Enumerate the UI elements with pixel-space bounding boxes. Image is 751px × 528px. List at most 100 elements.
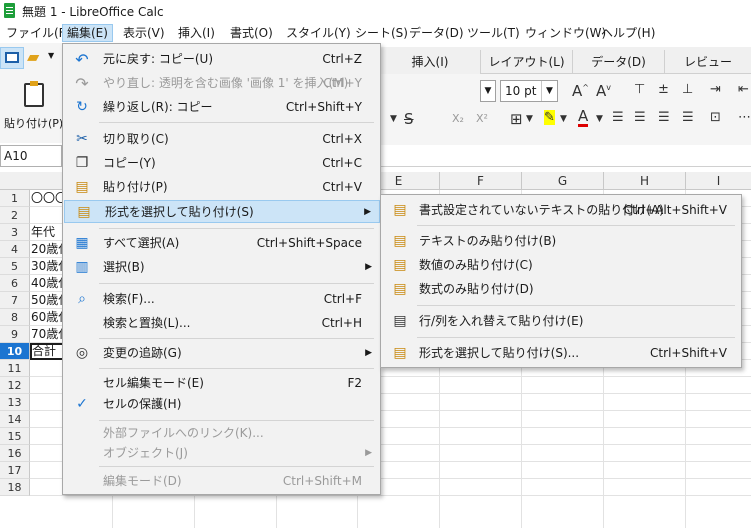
column-header[interactable]: H: [603, 172, 685, 190]
merge-cells-icon[interactable]: ⊡: [710, 110, 721, 125]
cell[interactable]: 50歳代: [31, 292, 65, 309]
chevron-down-icon[interactable]: ▼: [48, 51, 54, 60]
menu-format[interactable]: 書式(O): [226, 24, 277, 42]
open-folder-icon[interactable]: ▰: [27, 48, 47, 66]
chevron-down-icon[interactable]: ▼: [526, 114, 533, 124]
shrink-font-icon[interactable]: Av: [596, 82, 611, 100]
menu-item-repeat[interactable]: ↻ 繰り返し(R): コピー Ctrl+Shift+Y: [63, 96, 380, 119]
menu-styles[interactable]: スタイル(Y): [282, 24, 355, 42]
chevron-down-icon[interactable]: ▼: [560, 114, 567, 124]
indent-icon[interactable]: ⇥: [710, 82, 721, 97]
superscript-icon[interactable]: X²: [476, 112, 488, 125]
cell[interactable]: 年代: [31, 224, 65, 241]
column-header[interactable]: G: [521, 172, 603, 190]
menu-item-track-changes[interactable]: ◎ 変更の追跡(G) ▶: [63, 342, 380, 365]
strikethrough-icon[interactable]: S: [404, 110, 414, 128]
menu-item-protect-cells[interactable]: ✓ セルの保護(H): [63, 393, 380, 416]
menu-item-paste-special[interactable]: ▤ 形式を選択して貼り付け(S) ▶: [64, 200, 380, 223]
align-right-icon[interactable]: ☰: [658, 110, 670, 125]
row-header[interactable]: 13: [0, 394, 30, 411]
row-header[interactable]: 9: [0, 326, 30, 343]
menu-separator: [99, 228, 374, 229]
cell[interactable]: 60歳代: [31, 309, 65, 326]
align-bottom-icon[interactable]: ⊥: [682, 82, 693, 97]
menu-sheet[interactable]: シート(S): [351, 24, 412, 42]
font-color-icon[interactable]: A: [578, 108, 589, 127]
menu-help[interactable]: ヘルプ(H): [597, 24, 659, 42]
chevron-down-icon[interactable]: ▼: [541, 81, 557, 101]
wrap-text-icon[interactable]: ⇤: [738, 82, 749, 97]
chevron-down-icon[interactable]: ▼: [390, 114, 397, 124]
cell[interactable]: 20歳代: [31, 241, 65, 258]
row-header[interactable]: 3: [0, 224, 30, 241]
menu-item-find-replace[interactable]: 検索と置換(L)... Ctrl+H: [63, 312, 380, 335]
font-name-dropdown[interactable]: ▼: [480, 80, 496, 102]
row-header[interactable]: 1: [0, 190, 30, 207]
menu-item-paste-numbers-only[interactable]: ▤ 数値のみ貼り付け(C): [381, 254, 741, 277]
undo-icon: ↶: [75, 50, 89, 69]
tab-layout[interactable]: レイアウト(L): [480, 50, 572, 74]
menu-item-find[interactable]: ⌕ 検索(F)... Ctrl+F: [63, 288, 380, 311]
menu-item-paste[interactable]: ▤ 貼り付け(P) Ctrl+V: [63, 176, 380, 199]
font-size-field[interactable]: 10 pt ▼: [500, 80, 558, 102]
align-center-icon[interactable]: ☰: [634, 110, 646, 125]
menu-item-undo[interactable]: ↶ 元に戻す: コピー(U) Ctrl+Z: [63, 48, 380, 71]
row-header[interactable]: 11: [0, 360, 30, 377]
row-header[interactable]: 15: [0, 428, 30, 445]
column-header[interactable]: I: [685, 172, 751, 190]
subscript-icon[interactable]: X₂: [452, 112, 464, 125]
menu-item-copy[interactable]: ❐ コピー(Y) Ctrl+C: [63, 152, 380, 175]
menu-insert[interactable]: 挿入(I): [174, 24, 219, 42]
tab-data[interactable]: データ(D): [572, 50, 664, 74]
menu-item-paste-special-dialog[interactable]: ▤ 形式を選択して貼り付け(S)... Ctrl+Shift+V: [381, 342, 741, 365]
row-header[interactable]: 18: [0, 479, 30, 496]
active-cell[interactable]: 合計: [30, 343, 64, 360]
row-header[interactable]: 12: [0, 377, 30, 394]
menu-item-paste-formulas-only[interactable]: ▤ 数式のみ貼り付け(D): [381, 278, 741, 301]
align-left-icon[interactable]: ☰: [612, 110, 624, 125]
cell[interactable]: 30歳代: [31, 258, 65, 275]
menu-item-cut[interactable]: ✂ 切り取り(C) Ctrl+X: [63, 128, 380, 151]
menu-item-paste-text-only[interactable]: ▤ テキストのみ貼り付け(B): [381, 230, 741, 253]
row-header[interactable]: 10: [0, 343, 30, 360]
new-document-icon[interactable]: [0, 47, 24, 69]
row-header[interactable]: 5: [0, 258, 30, 275]
menu-item-paste-transposed[interactable]: ▤ 行/列を入れ替えて貼り付け(E): [381, 310, 741, 333]
name-box[interactable]: A10: [0, 145, 62, 167]
formula-input[interactable]: [380, 145, 751, 167]
menu-item-select-all[interactable]: ▦ すべて選択(A) Ctrl+Shift+Space: [63, 232, 380, 255]
row-header[interactable]: 6: [0, 275, 30, 292]
menu-item-cell-edit-mode[interactable]: セル編集モード(E) F2: [63, 372, 380, 395]
row-header[interactable]: 16: [0, 445, 30, 462]
menu-data[interactable]: データ(D): [405, 24, 468, 42]
tab-review[interactable]: レビュー: [664, 50, 751, 74]
more-options-icon[interactable]: ⋯: [738, 110, 751, 125]
menu-view[interactable]: 表示(V): [119, 24, 169, 42]
borders-icon[interactable]: ⊞: [510, 110, 523, 128]
cell[interactable]: 〇〇〇: [31, 190, 65, 207]
chevron-down-icon[interactable]: ▼: [596, 114, 603, 124]
row-header[interactable]: 17: [0, 462, 30, 479]
calc-app-icon: [4, 3, 15, 18]
menu-tools[interactable]: ツール(T): [463, 24, 524, 42]
row-header[interactable]: 8: [0, 309, 30, 326]
menu-item-select[interactable]: ▥ 選択(B) ▶: [63, 256, 380, 279]
menu-item-paste-unformatted[interactable]: ▤ 書式設定されていないテキストの貼り付け(A) Ctrl+Alt+Shift+…: [381, 199, 741, 222]
cell[interactable]: 40歳代: [31, 275, 65, 292]
row-header[interactable]: 4: [0, 241, 30, 258]
row-header[interactable]: 7: [0, 292, 30, 309]
justify-icon[interactable]: ☰: [682, 110, 694, 125]
row-header[interactable]: 14: [0, 411, 30, 428]
column-header[interactable]: F: [439, 172, 521, 190]
align-top-icon[interactable]: ⊤: [634, 82, 645, 97]
select-icon: ▥: [75, 259, 89, 275]
paste-button-label[interactable]: 貼り付け(P): [4, 115, 63, 131]
align-center-vertical-icon[interactable]: ±: [658, 82, 669, 97]
cell[interactable]: 70歳代: [31, 326, 65, 343]
highlight-color-icon[interactable]: ✎: [544, 110, 555, 125]
grow-font-icon[interactable]: A^: [572, 82, 589, 100]
menu-edit[interactable]: 編集(E): [62, 24, 113, 42]
paste-icon[interactable]: [24, 81, 44, 107]
row-header[interactable]: 2: [0, 207, 30, 224]
tab-insert[interactable]: 挿入(I): [380, 50, 480, 74]
